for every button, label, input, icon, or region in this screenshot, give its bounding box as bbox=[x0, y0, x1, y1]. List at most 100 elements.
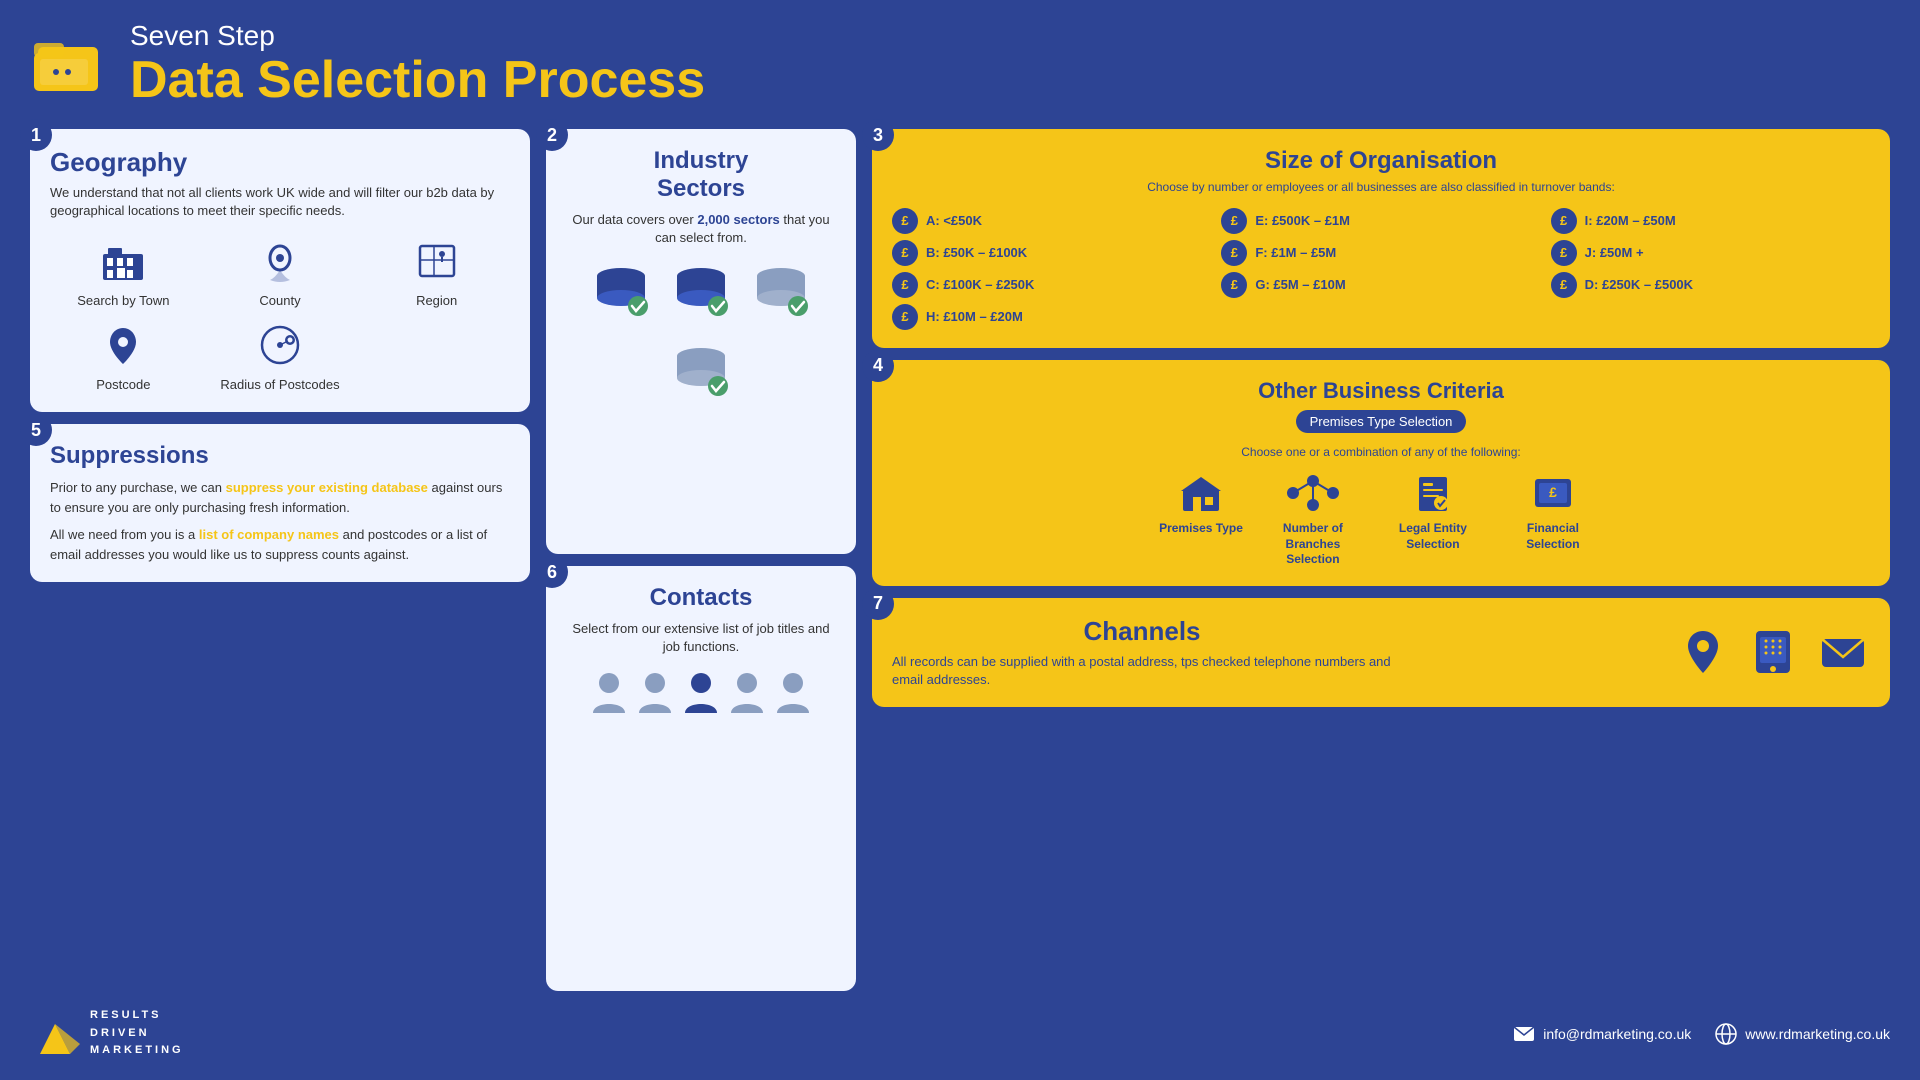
person-icons bbox=[566, 669, 836, 719]
list-of-company-names-link: list of company names bbox=[199, 527, 339, 542]
pound-icon-j: £ bbox=[1551, 240, 1577, 266]
band-a-label: A: <£50K bbox=[926, 213, 982, 228]
geography-title: Geography bbox=[50, 147, 510, 178]
step-2-badge: 2 bbox=[536, 119, 568, 151]
band-g: £ G: £5M – £10M bbox=[1221, 272, 1540, 298]
county-label: County bbox=[259, 293, 300, 310]
branches-label: Number of Branches Selection bbox=[1263, 521, 1363, 568]
region-icon bbox=[411, 235, 463, 287]
band-i-label: I: £20M – £50M bbox=[1585, 213, 1676, 228]
step-3-badge: 3 bbox=[862, 119, 894, 151]
industry-title: IndustrySectors bbox=[566, 147, 836, 203]
step-4-badge: 4 bbox=[862, 350, 894, 382]
channels-card: 7 Channels All records can be supplied w… bbox=[872, 598, 1890, 707]
county-icon bbox=[254, 235, 306, 287]
pound-icon-h: £ bbox=[892, 304, 918, 330]
suppress-highlight: suppress your existing database bbox=[226, 480, 428, 495]
band-f-label: F: £1M – £5M bbox=[1255, 245, 1336, 260]
step-1-badge: 1 bbox=[20, 119, 52, 151]
logo-icon bbox=[30, 25, 110, 105]
premises-type-item: Premises Type bbox=[1159, 469, 1243, 537]
footer-logo-text: RESULTS DRIVEN MARKETING bbox=[90, 1007, 184, 1060]
email-icon bbox=[1816, 625, 1870, 679]
band-b-label: B: £50K – £100K bbox=[926, 245, 1027, 260]
band-b: £ B: £50K – £100K bbox=[892, 240, 1211, 266]
middle-column: 2 IndustrySectors Our data covers over 2… bbox=[546, 129, 856, 991]
town-label: Search by Town bbox=[77, 293, 169, 310]
pound-icon-b: £ bbox=[892, 240, 918, 266]
band-c-label: C: £100K – £250K bbox=[926, 277, 1034, 292]
pound-icon-f: £ bbox=[1221, 240, 1247, 266]
branches-item: Number of Branches Selection bbox=[1263, 469, 1363, 568]
logo-line1: RESULTS bbox=[90, 1007, 184, 1025]
suppressions-para2: All we need from you is a list of compan… bbox=[50, 525, 510, 564]
band-e-label: E: £500K – £1M bbox=[1255, 213, 1350, 228]
contacts-title: Contacts bbox=[566, 584, 836, 612]
step-6-badge: 6 bbox=[536, 556, 568, 588]
other-subtitle: Choose one or a combination of any of th… bbox=[892, 445, 1870, 459]
premises-type-label: Premises Type bbox=[1159, 521, 1243, 537]
band-j-label: J: £50M + bbox=[1585, 245, 1644, 260]
region-label: Region bbox=[416, 293, 457, 310]
footer-logo: RESULTS DRIVEN MARKETING bbox=[30, 1007, 184, 1060]
size-subtitle: Choose by number or employees or all bus… bbox=[892, 179, 1870, 196]
header: Seven Step Data Selection Process bbox=[30, 20, 1890, 119]
financial-label: Financial Selection bbox=[1503, 521, 1603, 552]
geography-description: We understand that not all clients work … bbox=[50, 184, 510, 220]
band-g-label: G: £5M – £10M bbox=[1255, 277, 1345, 292]
footer-globe-icon bbox=[1715, 1023, 1737, 1045]
footer-contact: info@rdmarketing.co.uk www.rdmarketing.c… bbox=[1513, 1023, 1890, 1045]
size-title: Size of Organisation bbox=[892, 147, 1870, 175]
footer-website-text: www.rdmarketing.co.uk bbox=[1745, 1026, 1890, 1042]
footer-email-icon bbox=[1513, 1026, 1535, 1042]
industry-card: 2 IndustrySectors Our data covers over 2… bbox=[546, 129, 856, 554]
left-column: 1 Geography We understand that not all c… bbox=[30, 129, 530, 991]
header-subtitle: Seven Step bbox=[130, 20, 705, 52]
radius-icon bbox=[254, 319, 306, 371]
pound-icon-i: £ bbox=[1551, 208, 1577, 234]
pound-icon-g: £ bbox=[1221, 272, 1247, 298]
geography-card: 1 Geography We understand that not all c… bbox=[30, 129, 530, 412]
size-card: 3 Size of Organisation Choose by number … bbox=[872, 129, 1890, 348]
band-d-label: D: £250K – £500K bbox=[1585, 277, 1693, 292]
footer: RESULTS DRIVEN MARKETING info@rdmarketin… bbox=[30, 1001, 1890, 1060]
page-container: Seven Step Data Selection Process 1 Geog… bbox=[0, 0, 1920, 1080]
geo-item-town: Search by Town bbox=[50, 235, 197, 310]
premises-badge: Premises Type Selection bbox=[1296, 410, 1467, 433]
content-area: 1 Geography We understand that not all c… bbox=[30, 129, 1890, 991]
svg-text:£: £ bbox=[1549, 484, 1557, 500]
turnover-grid: £ A: <£50K £ E: £500K – £1M £ I: £20M – … bbox=[892, 208, 1870, 330]
radius-label: Radius of Postcodes bbox=[220, 377, 339, 394]
suppressions-title: Suppressions bbox=[50, 442, 510, 470]
footer-email: info@rdmarketing.co.uk bbox=[1513, 1026, 1691, 1042]
industry-description: Our data covers over 2,000 sectors that … bbox=[566, 211, 836, 247]
suppressions-para1: Prior to any purchase, we can suppress y… bbox=[50, 478, 510, 517]
geo-item-radius: Radius of Postcodes bbox=[207, 319, 354, 394]
postcode-label: Postcode bbox=[96, 377, 150, 394]
band-a: £ A: <£50K bbox=[892, 208, 1211, 234]
footer-email-text: info@rdmarketing.co.uk bbox=[1543, 1026, 1691, 1042]
footer-website: www.rdmarketing.co.uk bbox=[1715, 1023, 1890, 1045]
other-criteria-title: Other Business Criteria bbox=[892, 378, 1870, 404]
contacts-description: Select from our extensive list of job ti… bbox=[566, 620, 836, 656]
band-d: £ D: £250K – £500K bbox=[1551, 272, 1870, 298]
geography-grid: Search by Town County bbox=[50, 235, 510, 395]
band-i: £ I: £20M – £50M bbox=[1551, 208, 1870, 234]
channels-icons bbox=[1676, 625, 1870, 679]
legal-entity-item: Legal Entity Selection bbox=[1383, 469, 1483, 552]
geo-item-county: County bbox=[207, 235, 354, 310]
financial-item: £ Financial Selection bbox=[1503, 469, 1603, 552]
town-icon bbox=[97, 235, 149, 287]
pound-icon-e: £ bbox=[1221, 208, 1247, 234]
channels-title: Channels bbox=[892, 616, 1392, 647]
header-text: Seven Step Data Selection Process bbox=[130, 20, 705, 109]
pound-icon-c: £ bbox=[892, 272, 918, 298]
header-title: Data Selection Process bbox=[130, 52, 705, 109]
rdm-logo-icon bbox=[30, 1014, 80, 1054]
other-icons-row: Premises Type Number of bbox=[892, 469, 1870, 568]
channels-description: All records can be supplied with a posta… bbox=[892, 653, 1392, 689]
right-column: 3 Size of Organisation Choose by number … bbox=[872, 129, 1890, 991]
postcode-icon bbox=[97, 319, 149, 371]
band-c: £ C: £100K – £250K bbox=[892, 272, 1211, 298]
logo-line2: DRIVEN bbox=[90, 1025, 184, 1043]
